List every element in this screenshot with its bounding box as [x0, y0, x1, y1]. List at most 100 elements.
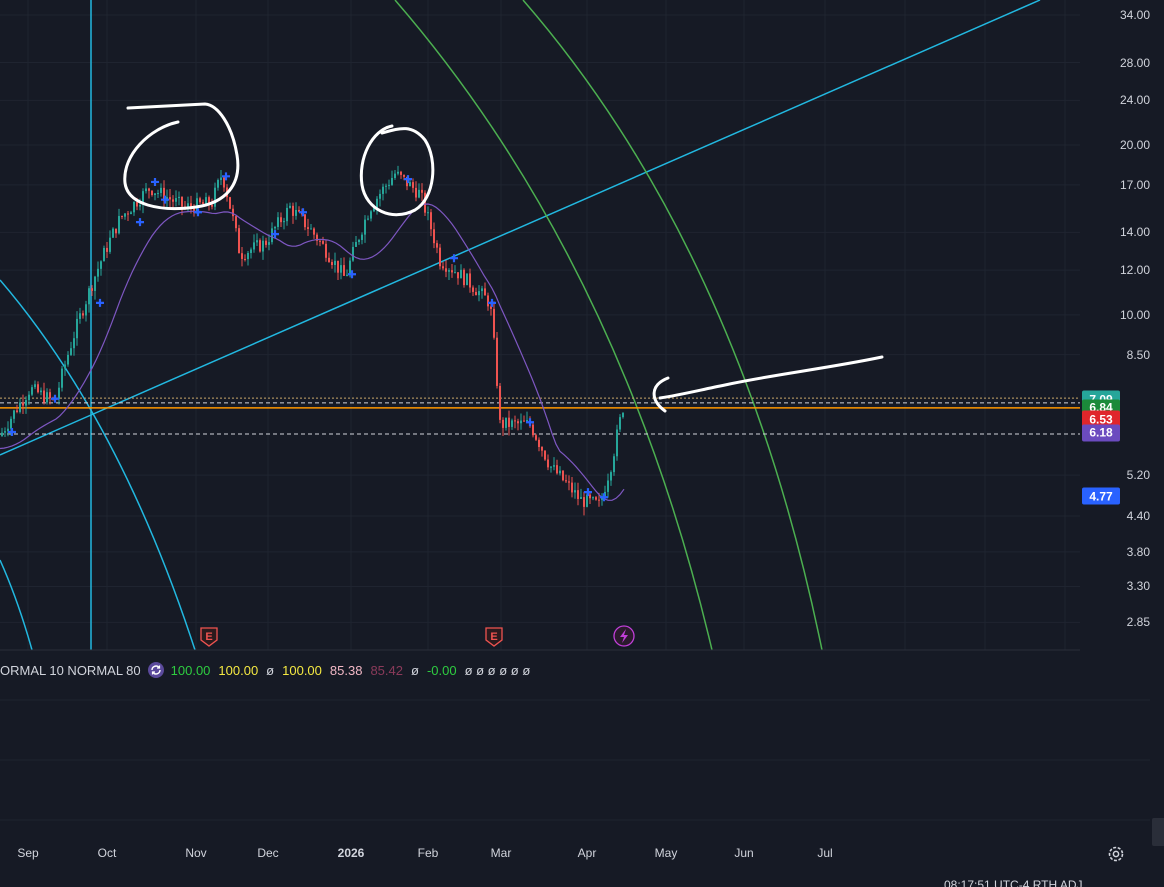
- earnings-marker-label: E: [490, 631, 497, 643]
- candle-body: [619, 417, 621, 430]
- candle-body: [571, 482, 573, 493]
- price-badge: 6.18: [1082, 424, 1120, 442]
- signal-marker: [8, 427, 16, 436]
- signal-marker: [194, 208, 202, 217]
- candle-body: [244, 258, 246, 260]
- candle-body: [367, 218, 369, 220]
- candle-body: [1, 432, 3, 436]
- time-tick-label: Oct: [97, 846, 117, 860]
- candle-body: [88, 288, 90, 305]
- green-arc: [522, 0, 823, 650]
- chart-canvas[interactable]: EE: [0, 0, 1164, 887]
- candle-body: [127, 213, 129, 215]
- candle-body: [598, 499, 600, 501]
- candle-body: [385, 185, 387, 187]
- candle-body: [574, 490, 576, 493]
- candle-body: [370, 211, 372, 219]
- candle-body: [307, 227, 309, 229]
- candle-body: [472, 287, 474, 292]
- candle-body: [457, 272, 459, 279]
- candle-body: [532, 424, 534, 436]
- green-arc: [394, 0, 713, 650]
- candle-body: [568, 481, 570, 483]
- candle-body: [409, 182, 411, 187]
- candle-body: [439, 247, 441, 267]
- candle-body: [283, 221, 285, 223]
- candle-body: [592, 497, 594, 499]
- candle-body: [313, 228, 315, 235]
- drawings-layer: [0, 0, 1080, 650]
- candle-body: [103, 247, 105, 262]
- candle-body: [58, 387, 60, 399]
- candle-body: [382, 186, 384, 194]
- candle-body: [583, 497, 585, 507]
- candle-body: [82, 313, 84, 316]
- indicator-legend: ORMAL 10 NORMAL 80 100.00 100.00 ø 100.00 85…: [0, 659, 538, 681]
- gear-icon[interactable]: [1106, 844, 1126, 864]
- candle-body: [64, 364, 66, 369]
- pane-collapse-handle[interactable]: [1152, 818, 1164, 846]
- candle-body: [442, 266, 444, 269]
- candle-body: [211, 204, 213, 207]
- candle-body: [496, 337, 498, 386]
- candle-body: [31, 387, 33, 395]
- candle-body: [100, 261, 102, 269]
- candle-body: [352, 246, 354, 261]
- candle-body: [547, 459, 549, 468]
- candle-body: [28, 394, 30, 401]
- price-tick-label: 4.40: [1126, 509, 1150, 523]
- candle-body: [445, 268, 447, 272]
- candle-body: [214, 187, 216, 207]
- candle-body: [205, 197, 207, 204]
- candle-body: [10, 418, 12, 429]
- price-tick-label: 2.85: [1126, 615, 1150, 630]
- candle-body: [79, 313, 81, 319]
- candle-body: [475, 291, 477, 296]
- candle-body: [292, 205, 294, 216]
- candle-body: [295, 209, 297, 216]
- candle-body: [277, 217, 279, 227]
- candle-body: [136, 201, 138, 207]
- candle-body: [376, 198, 378, 208]
- time-tick-label: May: [654, 846, 678, 860]
- candle-body: [346, 274, 348, 276]
- candle-body: [364, 219, 366, 235]
- candle-body: [91, 288, 93, 291]
- indicator-value: -0.00: [426, 662, 457, 678]
- candle-body: [322, 241, 324, 244]
- price-badge: 4.77: [1082, 487, 1120, 505]
- indicator-value: ø: [266, 662, 275, 678]
- indicator-value: 100.00: [170, 662, 211, 678]
- time-tick-label: Feb: [417, 846, 439, 860]
- refresh-icon[interactable]: [147, 661, 165, 679]
- candle-body: [220, 177, 222, 181]
- price-tick-label: 24.00: [1119, 93, 1150, 108]
- candle-body: [433, 229, 435, 244]
- candle-body: [544, 450, 546, 460]
- candle-body: [151, 190, 153, 196]
- time-tick-label: Jun: [734, 846, 754, 860]
- candle-body: [595, 497, 597, 500]
- candle-body: [484, 288, 486, 296]
- moving-average-line: [0, 203, 625, 501]
- candle-body: [328, 257, 330, 262]
- indicator-value: ø ø ø ø ø ø: [464, 662, 531, 678]
- candle-body: [145, 188, 147, 192]
- candle-body: [187, 203, 189, 207]
- candle-body: [400, 171, 402, 175]
- indicator-value: 85.42: [370, 662, 403, 678]
- candle-body: [553, 465, 555, 467]
- candle-body: [403, 174, 405, 177]
- candle-body: [613, 456, 615, 473]
- candle-body: [508, 417, 510, 427]
- candle-body: [520, 420, 522, 424]
- candle-body: [517, 421, 519, 424]
- candle-body: [412, 182, 414, 188]
- candle-body: [253, 242, 255, 250]
- candle-body: [109, 237, 111, 252]
- indicator-value: 100.00: [282, 662, 322, 678]
- candle-body: [430, 212, 432, 230]
- candle-body: [259, 240, 261, 252]
- candle-body: [43, 390, 45, 403]
- price-tick-label: 20.00: [1119, 138, 1150, 152]
